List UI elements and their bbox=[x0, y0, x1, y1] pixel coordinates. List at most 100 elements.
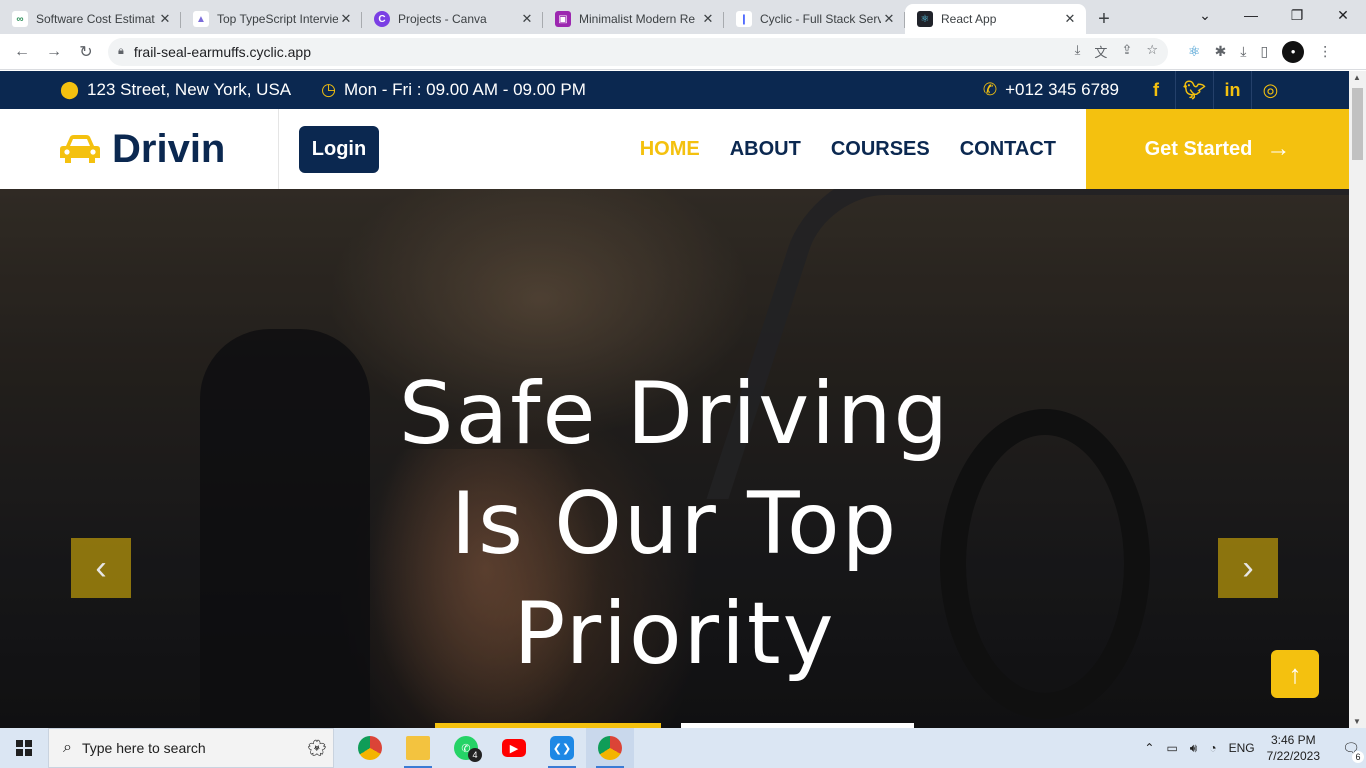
extensions-icon[interactable]: ✱ bbox=[1215, 43, 1227, 60]
linkedin-icon[interactable]: in bbox=[1213, 71, 1251, 109]
bookmark-star-icon[interactable]: ☆ bbox=[1146, 42, 1158, 61]
search-highlight-icon: 🌸︎ bbox=[306, 740, 327, 757]
taskbar-apps: ✆ 4 ▶ ❮❯ bbox=[346, 728, 634, 768]
language-indicator[interactable]: ENG bbox=[1229, 741, 1255, 755]
twitter-icon[interactable]: 🐦︎ bbox=[1175, 71, 1213, 109]
scroll-up-icon[interactable]: ▲ bbox=[1353, 73, 1361, 82]
downloads-icon[interactable]: ⤓ bbox=[1240, 43, 1246, 60]
browser-tab[interactable]: ❙ Cyclic - Full Stack Serv ✕ bbox=[724, 4, 905, 34]
contact-topbar: ⬤ 123 Street, New York, USA ◷ Mon - Fri … bbox=[0, 71, 1349, 109]
phone-icon: ✆ bbox=[982, 80, 998, 99]
close-tab-icon[interactable]: ✕ bbox=[1062, 11, 1078, 27]
install-icon[interactable]: ⤓ bbox=[1075, 42, 1081, 61]
clock-time: 3:46 PM bbox=[1270, 733, 1316, 747]
profile-avatar[interactable]: ● bbox=[1282, 40, 1305, 63]
hero-carousel: Safe Driving Is Our Top Priority ‹ › ↑ bbox=[0, 189, 1349, 728]
chevron-right-icon: › bbox=[1242, 548, 1254, 587]
browser-tab[interactable]: ▲ Top TypeScript Intervie ✕ bbox=[181, 4, 362, 34]
nav-item-courses[interactable]: COURSES bbox=[831, 138, 930, 161]
carousel-next-button[interactable]: › bbox=[1218, 538, 1278, 598]
carousel-prev-button[interactable]: ‹ bbox=[71, 538, 131, 598]
notification-badge: 4 bbox=[468, 748, 482, 762]
close-tab-icon[interactable]: ✕ bbox=[338, 11, 354, 27]
notification-center-button[interactable]: 🗨︎ 6 bbox=[1336, 740, 1366, 763]
browser-tab-active[interactable]: ⚛ React App ✕ bbox=[905, 4, 1086, 34]
lock-icon[interactable]: 🔒︎ bbox=[118, 45, 124, 58]
browser-tab[interactable]: ∞ Software Cost Estimat ✕ bbox=[0, 4, 181, 34]
vscode-app[interactable]: ❮❯ bbox=[538, 728, 586, 768]
taskbar-search[interactable]: ⌕ Type here to search 🌸︎ bbox=[48, 728, 334, 768]
cta-label: Get Started bbox=[1144, 137, 1253, 160]
chrome-profile-app[interactable] bbox=[586, 728, 634, 768]
chevron-left-icon: ‹ bbox=[95, 548, 107, 587]
nav-item-about[interactable]: ABOUT bbox=[730, 138, 801, 161]
chrome-app[interactable] bbox=[346, 728, 394, 768]
side-panel-icon[interactable]: ▯ bbox=[1261, 43, 1269, 60]
tab-label: Projects - Canva bbox=[398, 12, 487, 26]
share-icon[interactable]: ⇪ bbox=[1121, 42, 1132, 61]
hours-text: Mon - Fri : 09.00 AM - 09.00 PM bbox=[343, 80, 586, 99]
chevron-up-icon[interactable]: ⌃ bbox=[1144, 741, 1154, 755]
notification-count: 6 bbox=[1352, 750, 1364, 763]
youtube-icon: ▶ bbox=[502, 739, 526, 757]
nav-item-contact[interactable]: CONTACT bbox=[960, 138, 1056, 161]
start-button[interactable] bbox=[0, 728, 48, 768]
tab-label: Software Cost Estimat bbox=[36, 12, 155, 26]
close-tab-icon[interactable]: ✕ bbox=[157, 11, 173, 27]
menu-icon[interactable]: ⋮ bbox=[1318, 43, 1332, 60]
translate-icon[interactable]: 文 bbox=[1094, 42, 1107, 61]
forward-button[interactable]: → bbox=[38, 36, 70, 68]
canva-icon: C bbox=[374, 11, 390, 27]
tab-label: Top TypeScript Intervie bbox=[217, 12, 338, 26]
clock-icon: ◷ bbox=[321, 80, 336, 99]
nav-menu: HOME ABOUT COURSES CONTACT bbox=[640, 138, 1056, 161]
arrow-up-icon: ↑ bbox=[1288, 658, 1302, 689]
hero-title-line: Safe Driving bbox=[398, 364, 951, 464]
whatsapp-app[interactable]: ✆ 4 bbox=[442, 728, 490, 768]
close-tab-icon[interactable]: ✕ bbox=[519, 11, 535, 27]
tab-label: Cyclic - Full Stack Serv bbox=[760, 12, 881, 26]
arrow-right-icon: → bbox=[1266, 135, 1291, 162]
cyclic-icon: ❙ bbox=[736, 11, 752, 27]
react-devtools-icon[interactable]: ⚛ bbox=[1188, 43, 1201, 60]
tab-label: Minimalist Modern Re bbox=[579, 12, 696, 26]
nav-item-home[interactable]: HOME bbox=[640, 138, 700, 161]
wifi-icon[interactable]: ◔ bbox=[1209, 741, 1216, 755]
battery-icon[interactable]: ▭ bbox=[1166, 741, 1177, 755]
instagram-icon[interactable]: ◎ bbox=[1251, 71, 1289, 109]
windows-taskbar: ⌕ Type here to search 🌸︎ ✆ 4 ▶ ❮❯ ⌃ ▭ 🔊︎ bbox=[0, 728, 1366, 768]
browser-toolbar: ← → ↻ 🔒︎ frail-seal-earmuffs.cyclic.app … bbox=[0, 34, 1366, 70]
close-window-button[interactable]: ✕ bbox=[1320, 0, 1366, 30]
hero-title-line: Is Our Top bbox=[450, 474, 899, 574]
browser-tab[interactable]: ▣ Minimalist Modern Re ✕ bbox=[543, 4, 724, 34]
folder-icon bbox=[406, 736, 430, 760]
address-bar[interactable]: 🔒︎ frail-seal-earmuffs.cyclic.app ⤓ 文 ⇪ … bbox=[108, 37, 1168, 66]
facebook-icon[interactable]: f bbox=[1137, 71, 1175, 109]
address-text: 123 Street, New York, USA bbox=[87, 80, 292, 99]
tab-search-icon[interactable]: ⌄ bbox=[1182, 0, 1228, 30]
get-started-button[interactable]: Get Started → bbox=[1086, 109, 1349, 189]
scroll-down-icon[interactable]: ▼ bbox=[1353, 717, 1361, 726]
file-explorer-app[interactable] bbox=[394, 728, 442, 768]
phone-text: +012 345 6789 bbox=[1005, 80, 1119, 99]
close-tab-icon[interactable]: ✕ bbox=[881, 11, 897, 27]
clock[interactable]: 3:46 PM 7/22/2023 bbox=[1267, 732, 1320, 764]
youtube-app[interactable]: ▶ bbox=[490, 728, 538, 768]
back-button[interactable]: ← bbox=[6, 36, 38, 68]
back-to-top-button[interactable]: ↑ bbox=[1271, 650, 1319, 698]
login-button[interactable]: Login bbox=[299, 125, 379, 173]
scrollbar-thumb[interactable] bbox=[1352, 88, 1363, 160]
browser-tab[interactable]: C Projects - Canva ✕ bbox=[362, 4, 543, 34]
reload-button[interactable]: ↻ bbox=[70, 36, 102, 68]
react-icon: ⚛ bbox=[917, 11, 933, 27]
new-tab-button[interactable]: + bbox=[1086, 4, 1122, 34]
close-tab-icon[interactable]: ✕ bbox=[700, 11, 716, 27]
chrome-icon bbox=[358, 736, 382, 760]
volume-icon[interactable]: 🔊︎ bbox=[1190, 741, 1198, 756]
vscode-icon: ❮❯ bbox=[550, 736, 574, 760]
chrome-icon bbox=[598, 736, 622, 760]
brand-logo[interactable]: Drivin bbox=[0, 109, 279, 189]
minimize-button[interactable]: — bbox=[1228, 0, 1274, 30]
page-scrollbar[interactable]: ▲ ▼ bbox=[1349, 71, 1366, 728]
restore-button[interactable]: ❐ bbox=[1274, 0, 1320, 30]
